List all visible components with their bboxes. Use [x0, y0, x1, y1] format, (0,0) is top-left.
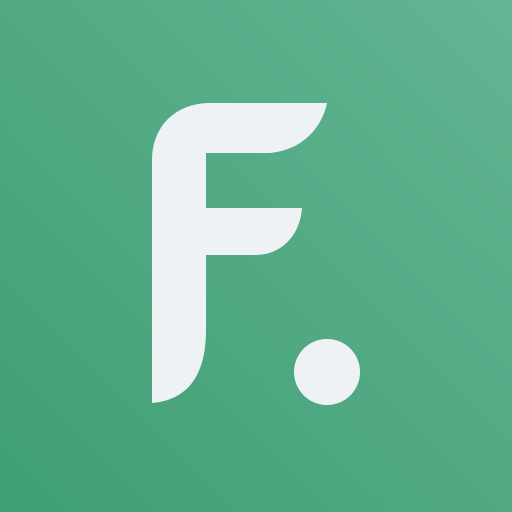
- logo-background: [0, 0, 512, 512]
- app-logo-icon: [0, 0, 512, 512]
- app-icon: [0, 0, 512, 512]
- logo-dot: [294, 339, 360, 405]
